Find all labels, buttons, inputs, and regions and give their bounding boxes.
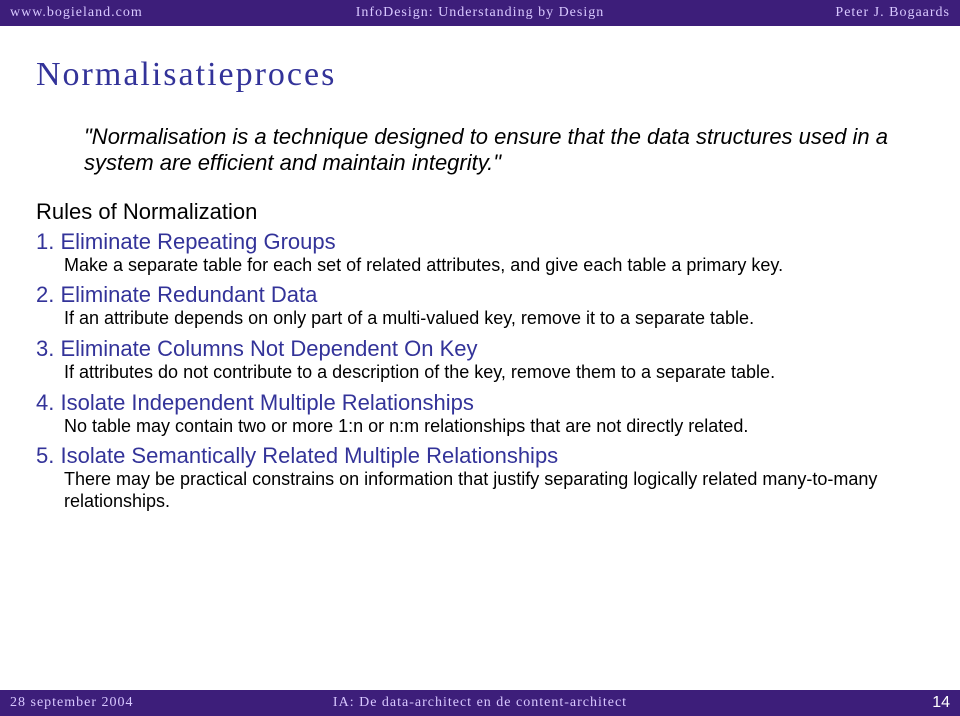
rule-number: 2. [36,282,54,307]
header-left: www.bogieland.com [10,5,143,21]
rule-desc: Make a separate table for each set of re… [64,255,924,277]
page-title: Normalisatieproces [36,56,924,94]
rule-title: Eliminate Columns Not Dependent On Key [60,336,477,361]
rule-number: 3. [36,336,54,361]
slide: www.bogieland.com InfoDesign: Understand… [0,0,960,716]
header-bar: www.bogieland.com InfoDesign: Understand… [0,0,960,26]
rule-3: 3. Eliminate Columns Not Dependent On Ke… [36,336,924,384]
rule-desc: There may be practical constrains on inf… [64,469,924,512]
rule-number: 1. [36,229,54,254]
rule-title: Eliminate Repeating Groups [60,229,335,254]
rules-subhead: Rules of Normalization [36,199,924,225]
quote-text: "Normalisation is a technique designed t… [84,124,904,177]
rule-4: 4. Isolate Independent Multiple Relation… [36,390,924,438]
rule-desc: No table may contain two or more 1:n or … [64,416,924,438]
rule-number: 4. [36,390,54,415]
header-center: InfoDesign: Understanding by Design [0,5,960,21]
rule-1: 1. Eliminate Repeating Groups Make a sep… [36,229,924,277]
content-area: Normalisatieproces "Normalisation is a t… [0,26,960,558]
header-right: Peter J. Bogaards [835,5,950,21]
rule-number: 5. [36,443,54,468]
rule-title: Isolate Semantically Related Multiple Re… [60,443,558,468]
rule-desc: If attributes do not contribute to a des… [64,362,924,384]
footer-bar: 28 september 2004 IA: De data-architect … [0,690,960,716]
rule-title: Eliminate Redundant Data [60,282,317,307]
rule-2: 2. Eliminate Redundant Data If an attrib… [36,282,924,330]
footer-center: IA: De data-architect en de content-arch… [0,695,960,711]
rule-5: 5. Isolate Semantically Related Multiple… [36,443,924,512]
rule-title: Isolate Independent Multiple Relationshi… [60,390,473,415]
page-number: 14 [932,694,950,712]
footer-left: 28 september 2004 [10,695,134,711]
rule-desc: If an attribute depends on only part of … [64,308,924,330]
